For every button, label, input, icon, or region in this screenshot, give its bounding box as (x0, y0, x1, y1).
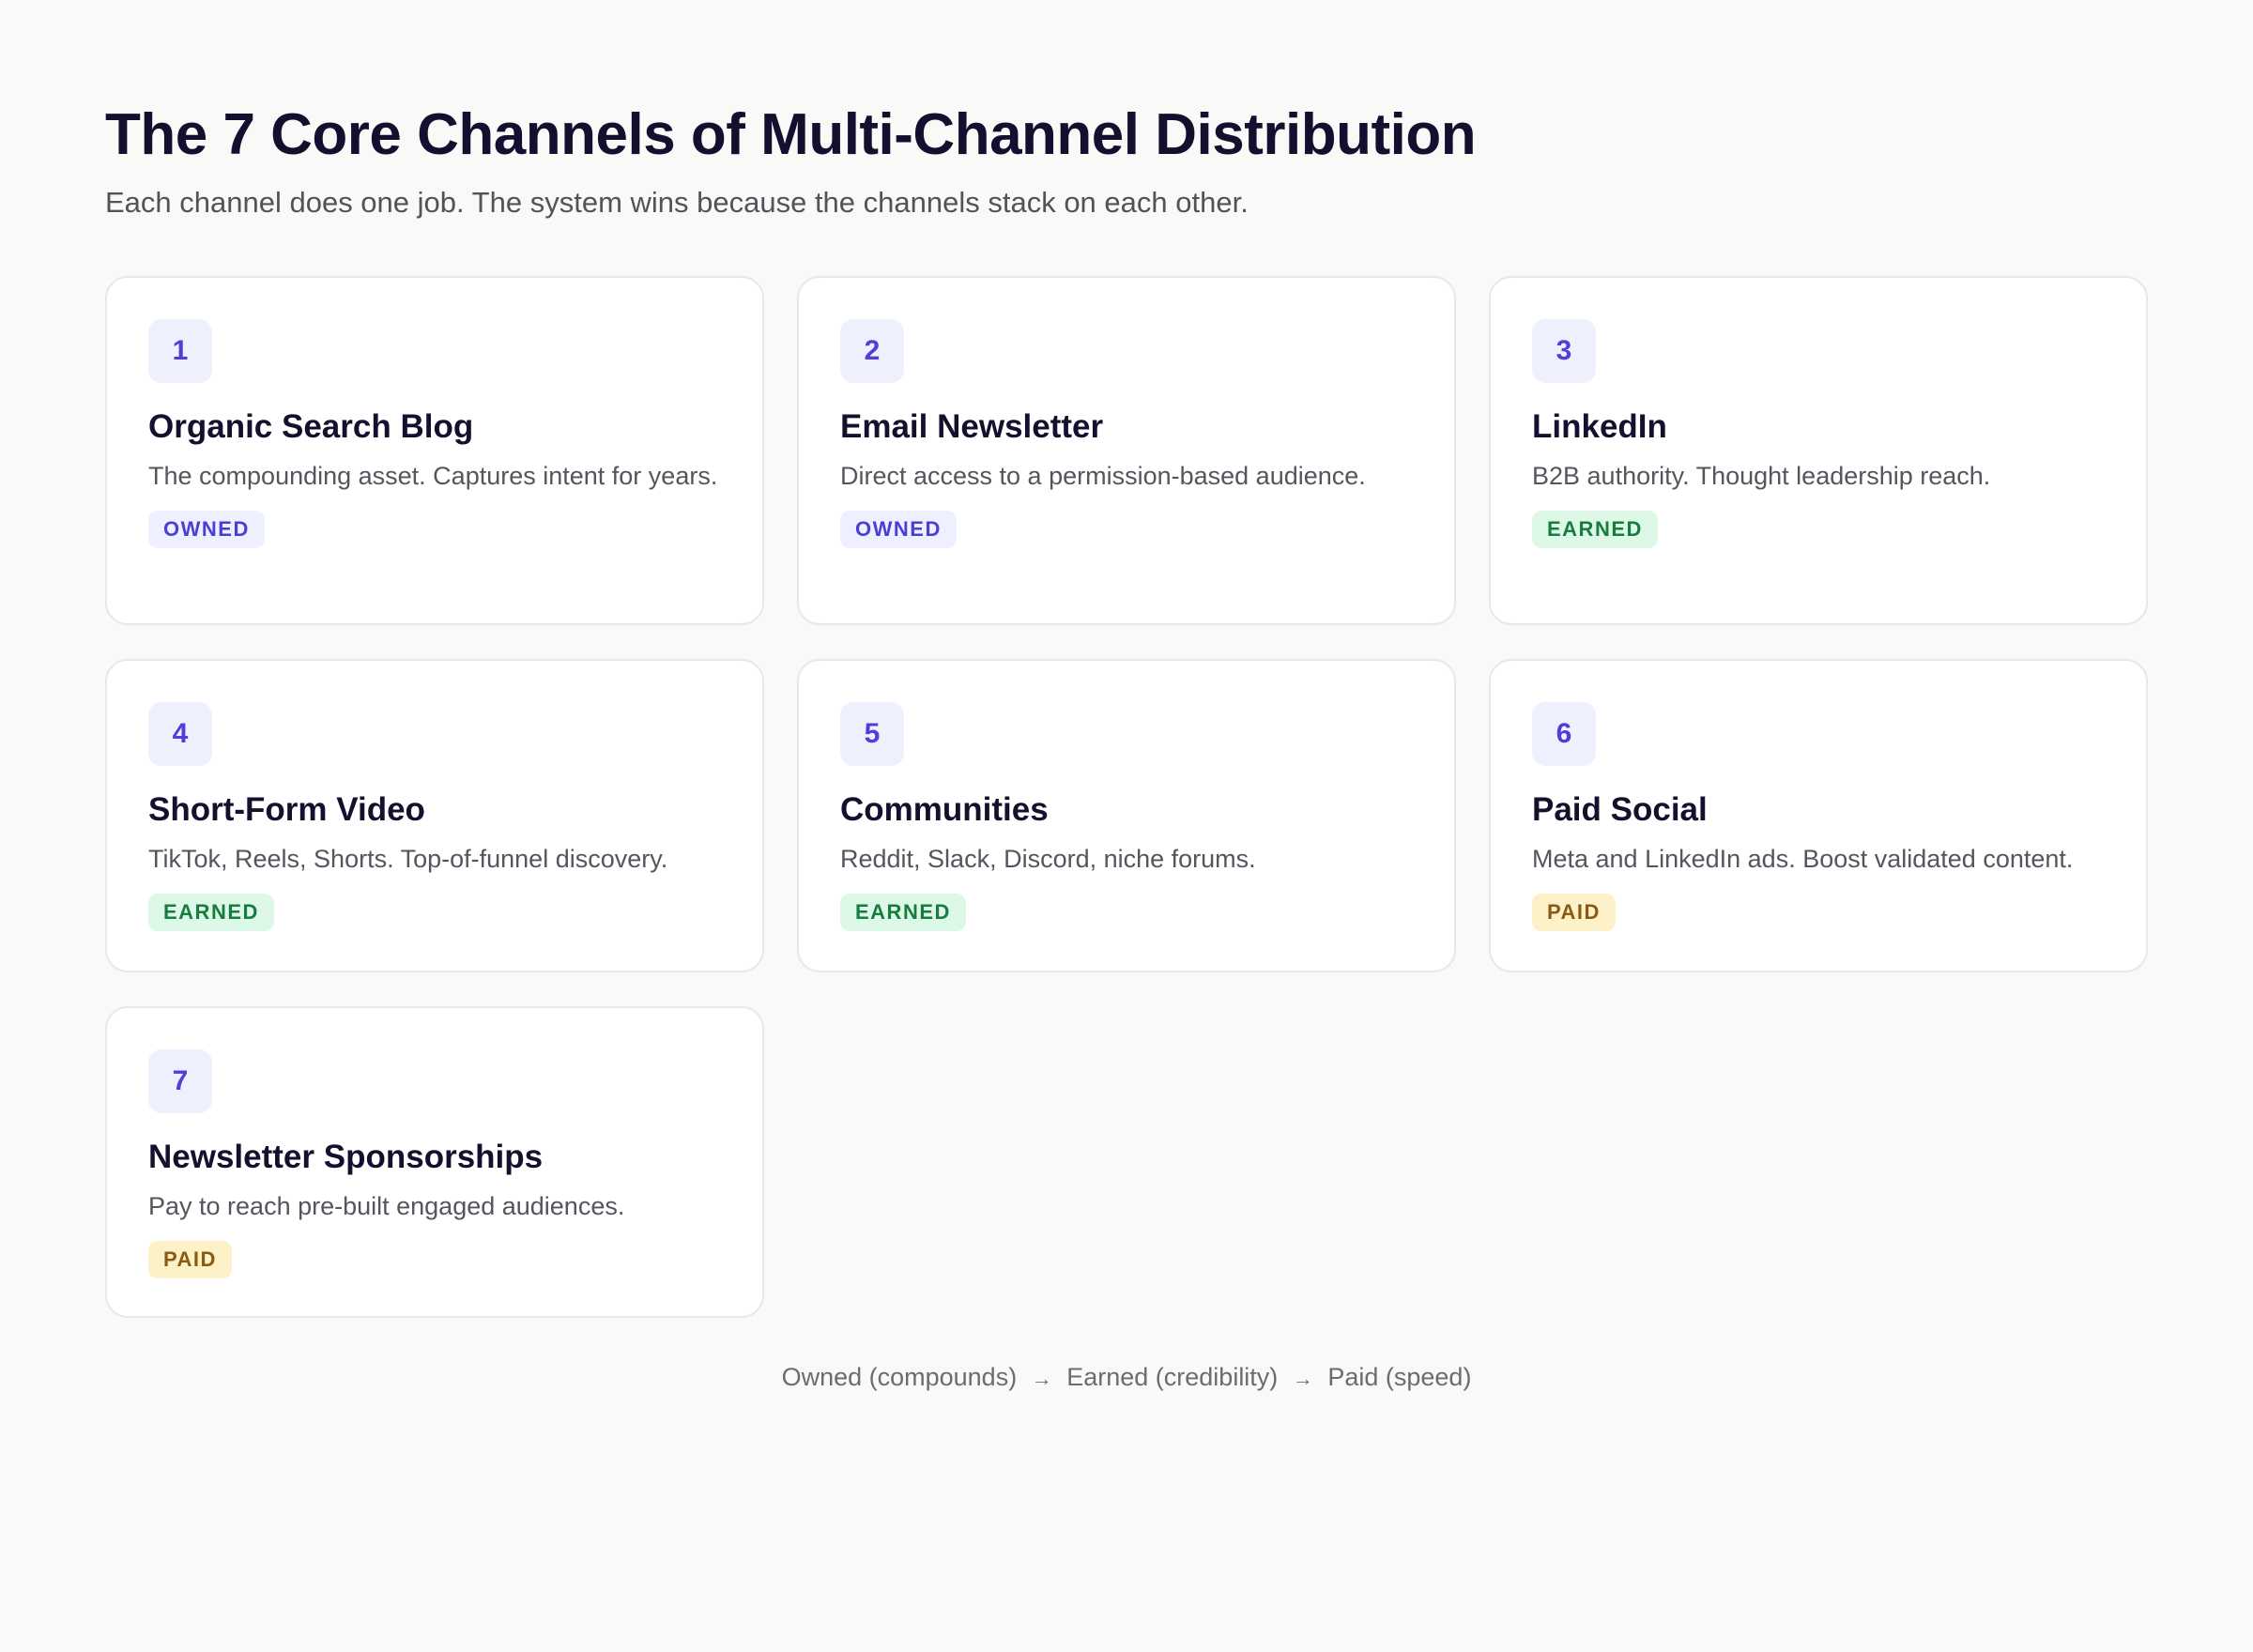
channel-card-1: 1 Organic Search Blog The compounding as… (105, 276, 764, 625)
footer-step-earned: Earned (credibility) (1066, 1363, 1279, 1391)
channel-progression-footer: Owned (compounds) → Earned (credibility)… (0, 1363, 2253, 1392)
channel-card-6: 6 Paid Social Meta and LinkedIn ads. Boo… (1489, 659, 2148, 972)
channel-description: B2B authority. Thought leadership reach. (1532, 462, 1991, 490)
arrow-right-icon: → (1292, 1367, 1313, 1390)
channel-title: Email Newsletter (840, 408, 1104, 445)
arrow-right-icon: → (1031, 1367, 1052, 1390)
channel-number-badge: 2 (840, 319, 904, 383)
channel-description: The compounding asset. Captures intent f… (148, 462, 718, 490)
channel-title: Paid Social (1532, 791, 1708, 828)
channel-description: Reddit, Slack, Discord, niche forums. (840, 845, 1256, 873)
footer-step-paid: Paid (speed) (1327, 1363, 1472, 1391)
channel-card-5: 5 Communities Reddit, Slack, Discord, ni… (797, 659, 1456, 972)
channel-number-badge: 7 (148, 1049, 212, 1113)
channel-number-badge: 3 (1532, 319, 1596, 383)
channel-title: Communities (840, 791, 1049, 828)
channel-number-badge: 6 (1532, 702, 1596, 766)
channel-description: Direct access to a permission-based audi… (840, 462, 1366, 490)
channel-number-badge: 4 (148, 702, 212, 766)
channel-type-tag: PAID (148, 1241, 232, 1278)
channel-title: Organic Search Blog (148, 408, 474, 445)
channel-card-2: 2 Email Newsletter Direct access to a pe… (797, 276, 1456, 625)
channel-card-4: 4 Short-Form Video TikTok, Reels, Shorts… (105, 659, 764, 972)
channel-type-tag: PAID (1532, 894, 1616, 931)
page-subtitle: Each channel does one job. The system wi… (105, 186, 1249, 219)
channel-title: Short-Form Video (148, 791, 425, 828)
channel-number-badge: 1 (148, 319, 212, 383)
page: The 7 Core Channels of Multi-Channel Dis… (0, 0, 2253, 1652)
channel-type-tag: EARNED (1532, 511, 1658, 548)
channel-card-3: 3 LinkedIn B2B authority. Thought leader… (1489, 276, 2148, 625)
channel-title: LinkedIn (1532, 408, 1667, 445)
channel-description: TikTok, Reels, Shorts. Top-of-funnel dis… (148, 845, 668, 873)
channel-type-tag: EARNED (840, 894, 966, 931)
channel-type-tag: EARNED (148, 894, 274, 931)
channel-title: Newsletter Sponsorships (148, 1139, 544, 1175)
footer-step-owned: Owned (compounds) (781, 1363, 1018, 1391)
channel-type-tag: OWNED (840, 511, 957, 548)
channel-card-7: 7 Newsletter Sponsorships Pay to reach p… (105, 1006, 764, 1318)
channel-number-badge: 5 (840, 702, 904, 766)
channel-type-tag: OWNED (148, 511, 265, 548)
channel-description: Pay to reach pre-built engaged audiences… (148, 1192, 625, 1220)
page-title: The 7 Core Channels of Multi-Channel Dis… (105, 102, 1477, 167)
channel-description: Meta and LinkedIn ads. Boost validated c… (1532, 845, 2074, 873)
